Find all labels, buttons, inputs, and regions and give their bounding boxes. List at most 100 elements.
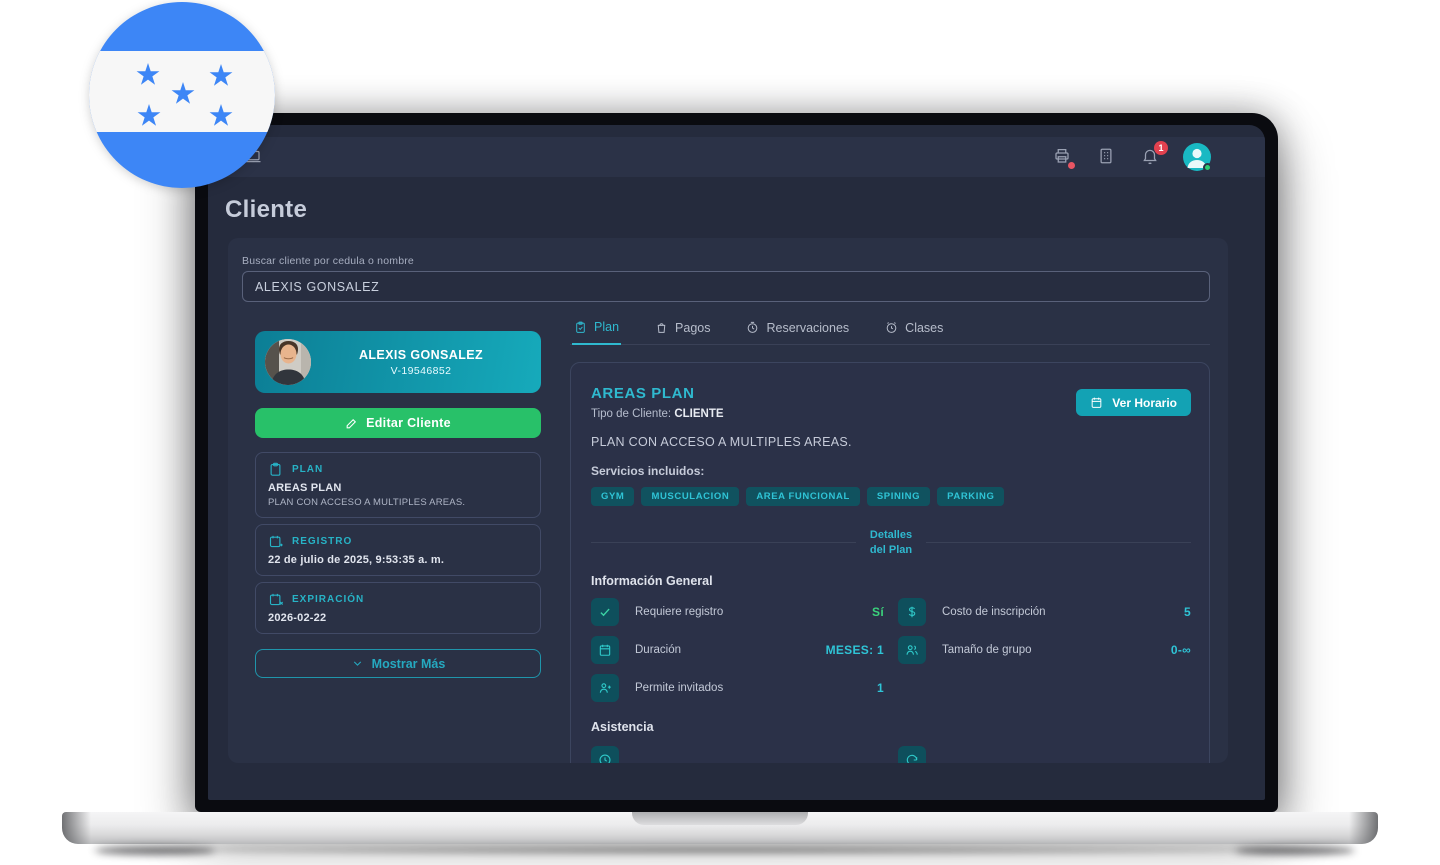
tab-clases-label: Clases (905, 321, 943, 335)
laptop-foot-shadow (95, 846, 215, 855)
user-avatar[interactable] (1183, 143, 1211, 171)
row-value: MESES: 1 (826, 643, 884, 657)
show-more-label: Mostrar Más (372, 657, 446, 671)
client-banner: ALEXIS GONSALEZ V-19546852 (255, 331, 541, 393)
attendance-row-partial (591, 746, 884, 763)
tab-reservaciones[interactable]: Reservaciones (744, 320, 851, 344)
client-type-label: Tipo de Cliente: (591, 408, 671, 420)
check-icon (598, 605, 612, 619)
client-type: Tipo de Cliente: CLIENTE (591, 408, 724, 420)
tab-bar: Plan Pagos Reservaciones Clases (570, 320, 1210, 345)
laptop-base-notch (632, 812, 808, 825)
refresh-icon (905, 753, 919, 763)
user-plus-icon (598, 681, 612, 695)
edit-client-label: Editar Cliente (366, 416, 451, 430)
search-input[interactable] (242, 271, 1210, 302)
general-info-grid: Requiere registro Sí Costo de inscripció… (591, 598, 1191, 702)
clock-icon (746, 321, 759, 334)
row-label: Requiere registro (635, 606, 856, 618)
service-chip: AREA FUNCIONAL (746, 487, 860, 506)
chevron-down-icon (351, 657, 364, 670)
laptop-base (62, 812, 1378, 844)
edit-client-button[interactable]: Editar Cliente (255, 408, 541, 438)
client-name: ALEXIS GONSALEZ (311, 348, 531, 362)
details-divider-line1: Detalles (870, 528, 912, 543)
plan-info-card: PLAN AREAS PLAN PLAN CON ACCESO A MULTIP… (255, 452, 541, 518)
row-empty (898, 674, 1191, 702)
bell-icon[interactable]: 1 (1141, 147, 1161, 167)
client-banner-text: ALEXIS GONSALEZ V-19546852 (311, 348, 531, 377)
plan-detail-card: AREAS PLAN Tipo de Cliente: CLIENTE Ver … (570, 362, 1210, 763)
users-icon (905, 643, 919, 657)
services-chips: GYM MUSCULACION AREA FUNCIONAL SPINING P… (591, 487, 1191, 506)
calendar-icon (1090, 396, 1103, 409)
online-status-dot (1203, 163, 1212, 172)
laptop-foot-shadow (1235, 846, 1355, 855)
details-divider-label[interactable]: Detalles del Plan (870, 528, 912, 558)
print-status-dot (1068, 162, 1075, 169)
tab-plan[interactable]: Plan (572, 320, 621, 345)
tab-clases[interactable]: Clases (883, 320, 945, 344)
calendar-x-icon (268, 592, 283, 607)
plan-title: AREAS PLAN (591, 385, 724, 402)
details-divider: Detalles del Plan (591, 528, 1191, 558)
client-id: V-19546852 (311, 365, 531, 377)
row-label: Permite invitados (635, 682, 861, 694)
calendar-plus-icon (268, 534, 283, 549)
bag-icon (655, 321, 668, 334)
attendance-grid-partial (591, 746, 1191, 763)
laptop-screen-bezel: 1 Cliente Buscar cliente por cedula o no… (195, 113, 1278, 812)
tab-pagos[interactable]: Pagos (653, 320, 712, 344)
plan-detail-column: Plan Pagos Reservaciones Clases (570, 320, 1210, 763)
app-window: 1 Cliente Buscar cliente por cedula o no… (208, 125, 1265, 800)
row-value: Sí (872, 605, 884, 619)
expiration-card-label: EXPIRACIÓN (292, 594, 364, 605)
plan-card-subtitle: PLAN CON ACCESO A MULTIPLES AREAS. (268, 497, 528, 508)
tab-pagos-label: Pagos (675, 321, 710, 335)
laptop-shadow (90, 844, 1350, 856)
expiration-info-card: EXPIRACIÓN 2026-02-22 (255, 582, 541, 634)
client-photo (265, 339, 311, 385)
service-chip: GYM (591, 487, 634, 506)
pencil-icon (345, 417, 358, 430)
building-icon[interactable] (1097, 147, 1117, 167)
calendar-icon (598, 643, 612, 657)
row-costo-inscripcion: Costo de inscripción 5 (898, 598, 1191, 626)
alarm-clock-icon (885, 321, 898, 334)
section-attendance-title: Asistencia (591, 720, 1191, 734)
row-duracion: Duración MESES: 1 (591, 636, 884, 664)
plan-card-label: PLAN (292, 464, 323, 475)
attendance-row-partial (898, 746, 1191, 763)
service-chip: PARKING (937, 487, 1004, 506)
client-summary-column: ALEXIS GONSALEZ V-19546852 Editar Client… (255, 331, 541, 678)
client-panel: Buscar cliente por cedula o nombre (228, 238, 1228, 763)
search-label: Buscar cliente por cedula o nombre (242, 255, 414, 267)
page-canvas: 1 Cliente Buscar cliente por cedula o no… (0, 0, 1440, 865)
row-tamano-grupo: Tamaño de grupo 0-∞ (898, 636, 1191, 664)
show-more-button[interactable]: Mostrar Más (255, 649, 541, 678)
row-value: 5 (1184, 605, 1191, 619)
section-general-title: Información General (591, 574, 1191, 588)
service-chip: MUSCULACION (641, 487, 739, 506)
view-schedule-button[interactable]: Ver Horario (1076, 389, 1191, 416)
service-chip: SPINING (867, 487, 930, 506)
plan-card-title: AREAS PLAN (268, 482, 528, 494)
row-label: Duración (635, 644, 810, 656)
clipboard-icon (268, 462, 283, 477)
details-divider-line2: del Plan (870, 543, 912, 558)
client-type-value: CLIENTE (674, 408, 723, 420)
print-icon[interactable] (1053, 147, 1073, 167)
page-title: Cliente (225, 196, 307, 224)
registration-card-label: REGISTRO (292, 536, 352, 547)
clock-icon (598, 753, 612, 763)
tab-reservaciones-label: Reservaciones (766, 321, 849, 335)
tab-plan-label: Plan (594, 320, 619, 334)
plan-description: PLAN CON ACCESO A MULTIPLES AREAS. (591, 435, 1191, 449)
row-value: 0-∞ (1171, 643, 1191, 657)
dollar-icon (905, 605, 919, 619)
row-value: 1 (877, 681, 884, 695)
row-label: Costo de inscripción (942, 606, 1168, 618)
notification-badge: 1 (1154, 141, 1168, 155)
app-topbar: 1 (208, 137, 1265, 177)
clipboard-check-icon (574, 321, 587, 334)
